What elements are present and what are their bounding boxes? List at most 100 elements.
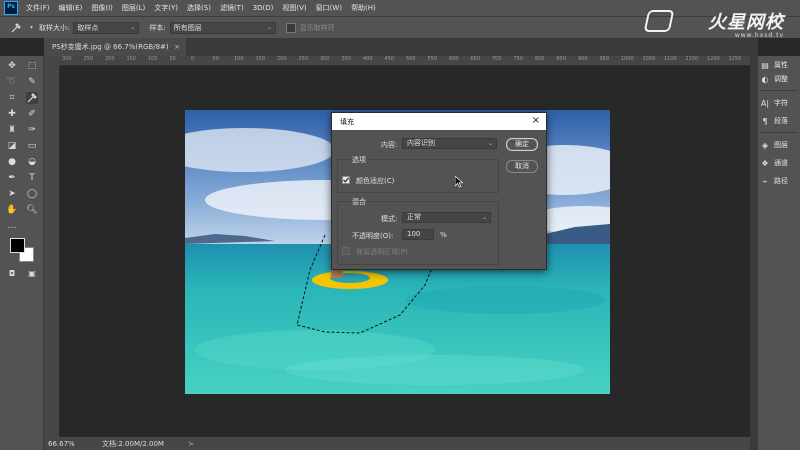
ruler-tick-label: 950	[599, 56, 610, 62]
move-tool-icon[interactable]: ✥	[6, 60, 18, 72]
close-icon[interactable]: ×	[532, 115, 540, 126]
lasso-tool-icon[interactable]: ➰	[6, 76, 18, 88]
layers-icon: ◈	[761, 140, 769, 150]
close-icon[interactable]: ×	[174, 38, 180, 56]
dialog-titlebar[interactable]: 填充 ×	[332, 113, 546, 130]
color-adapt-label[interactable]: 颜色适应(C)	[356, 176, 394, 186]
ruler-tick-label: 550	[427, 56, 438, 62]
menu-type[interactable]: 文字(Y)	[154, 3, 178, 13]
ruler-tick-label: 600	[449, 56, 459, 62]
ruler-tick-label: 850	[556, 56, 567, 62]
hand-tool-icon[interactable]: ✋	[6, 204, 18, 216]
panel-adjustments[interactable]: ◐ 调整	[758, 72, 800, 86]
screen-mode-icon[interactable]: ▣	[26, 268, 38, 280]
ruler-tick-label: 250	[83, 56, 94, 62]
dodge-tool-icon[interactable]: ◒	[26, 156, 38, 168]
ruler-tick-label: 0	[191, 56, 195, 62]
preserve-transparency-label: 保留透明区域(P)	[356, 248, 408, 256]
content-label: 内容:	[381, 141, 398, 149]
zoom-level[interactable]: 66.67%	[48, 440, 88, 448]
show-ring-checkbox[interactable]	[285, 22, 296, 33]
menu-view[interactable]: 视图(V)	[282, 3, 306, 13]
document-tab-title: PS秒变魔术.jpg @ 66.7%(RGB/8#)	[52, 43, 169, 51]
tool-preset-arrow-icon[interactable]: ▾	[30, 24, 33, 31]
blur-tool-icon[interactable]: ●	[6, 156, 18, 168]
menu-select[interactable]: 选择(S)	[187, 3, 211, 13]
blend-group-label: 混合	[350, 197, 368, 207]
ruler-tick-label: 50	[169, 56, 176, 62]
content-select[interactable]: 内容识别 ⌄	[402, 138, 497, 149]
ruler-tick-label: 1200	[707, 56, 720, 62]
cancel-button[interactable]: 取消	[506, 160, 538, 173]
panel-layers[interactable]: ◈ 图层	[758, 138, 800, 152]
ruler-tick-label: 150	[255, 56, 266, 62]
ruler-tick-label: 800	[535, 56, 545, 62]
menu-filter[interactable]: 滤镜(T)	[220, 3, 244, 13]
eraser-tool-icon[interactable]: ◪	[6, 140, 18, 152]
mode-select[interactable]: 正常 ⌄	[402, 212, 491, 223]
panel-dock-strip	[750, 38, 758, 450]
path-select-tool-icon[interactable]: ➤	[6, 188, 18, 200]
zoom-tool-icon[interactable]: 🔍︎	[26, 204, 38, 216]
menu-image[interactable]: 图像(I)	[91, 3, 113, 13]
panel-channels[interactable]: ❖ 通道	[758, 156, 800, 170]
panel-properties[interactable]: ▤ 属性	[758, 58, 800, 72]
menu-help[interactable]: 帮助(H)	[351, 3, 376, 13]
panel-paths[interactable]: ⌁ 路径	[758, 174, 800, 188]
sample-select[interactable]: 所有图层 ⌄	[169, 21, 276, 34]
sample-value: 所有图层	[173, 23, 202, 32]
panel-divider	[760, 132, 798, 133]
status-menu-arrow-icon[interactable]: >	[188, 440, 194, 448]
history-brush-tool-icon[interactable]: ✑	[26, 124, 38, 136]
panel-paths-label: 路径	[774, 177, 788, 185]
ruler-tick-label: 650	[470, 56, 481, 62]
healing-brush-tool-icon[interactable]: ✚	[6, 108, 18, 120]
opacity-label: 不透明度(O):	[352, 232, 394, 240]
crop-tool-icon[interactable]: ⌗	[6, 92, 18, 104]
tools-panel: ✥ ⬚ ➰ ✎ ⌗ ✚ ✐ ♜ ✑ ◪ ▭ ● ◒ ✒ T ➤ ◯ ✋ 🔍︎ ……	[0, 56, 44, 450]
color-adapt-checkbox[interactable]	[342, 176, 350, 184]
fill-dialog: 填充 × 内容: 内容识别 ⌄ 确定 取消 选项 颜色适应(C) 混合 模式: …	[331, 112, 547, 270]
ok-button[interactable]: 确定	[506, 138, 538, 151]
quick-mask-icon[interactable]: ◘	[6, 268, 18, 280]
ruler-tick-label: 900	[578, 56, 588, 62]
quick-select-tool-icon[interactable]: ✎	[26, 76, 38, 88]
panel-character-label: 字符	[774, 99, 788, 107]
foreground-color-swatch[interactable]	[10, 238, 25, 253]
ruler-tick-label: 700	[492, 56, 502, 62]
document-tab[interactable]: PS秒变魔术.jpg @ 66.7%(RGB/8#) ×	[44, 38, 186, 56]
watermark-title: 火星网校	[708, 12, 784, 33]
document-info: 文档:2.00M/2.00M	[102, 439, 164, 448]
menu-file[interactable]: 文件(F)	[26, 3, 50, 13]
ruler-tick-label: 750	[513, 56, 524, 62]
show-ring-label: 显示取样环	[299, 23, 335, 32]
properties-icon: ▤	[761, 60, 769, 70]
channels-icon: ❖	[761, 158, 769, 168]
more-tools-icon[interactable]: …	[6, 220, 18, 232]
sample-size-value: 取样点	[77, 23, 99, 32]
panel-paragraph[interactable]: ¶ 段落	[758, 114, 800, 128]
menu-layer[interactable]: 图层(L)	[122, 3, 145, 13]
sample-size-select[interactable]: 取样点 ⌄	[73, 21, 140, 34]
mouse-cursor-icon	[454, 175, 464, 188]
mode-value: 正常	[407, 213, 421, 221]
eyedropper-tool-icon[interactable]	[26, 92, 38, 104]
panel-character[interactable]: A| 字符	[758, 96, 800, 110]
chevron-down-icon: ⌄	[266, 23, 272, 31]
clone-stamp-tool-icon[interactable]: ♜	[6, 124, 18, 136]
ruler-tick-label: 300	[320, 56, 330, 62]
preserve-transparency-checkbox[interactable]	[342, 247, 350, 255]
opacity-input[interactable]: 100	[402, 229, 434, 240]
pen-tool-icon[interactable]: ✒	[6, 172, 18, 184]
type-tool-icon[interactable]: T	[26, 172, 38, 184]
marquee-tool-icon[interactable]: ⬚	[26, 60, 38, 72]
menu-window[interactable]: 窗口(W)	[316, 3, 342, 13]
panel-divider	[760, 90, 798, 91]
menu-3d[interactable]: 3D(D)	[253, 4, 274, 12]
eyedropper-icon[interactable]	[10, 22, 22, 34]
brush-tool-icon[interactable]: ✐	[26, 108, 38, 120]
panel-properties-label: 属性	[774, 61, 788, 69]
menu-edit[interactable]: 编辑(E)	[59, 3, 83, 13]
gradient-tool-icon[interactable]: ▭	[26, 140, 38, 152]
ellipse-tool-icon[interactable]: ◯	[26, 188, 38, 200]
